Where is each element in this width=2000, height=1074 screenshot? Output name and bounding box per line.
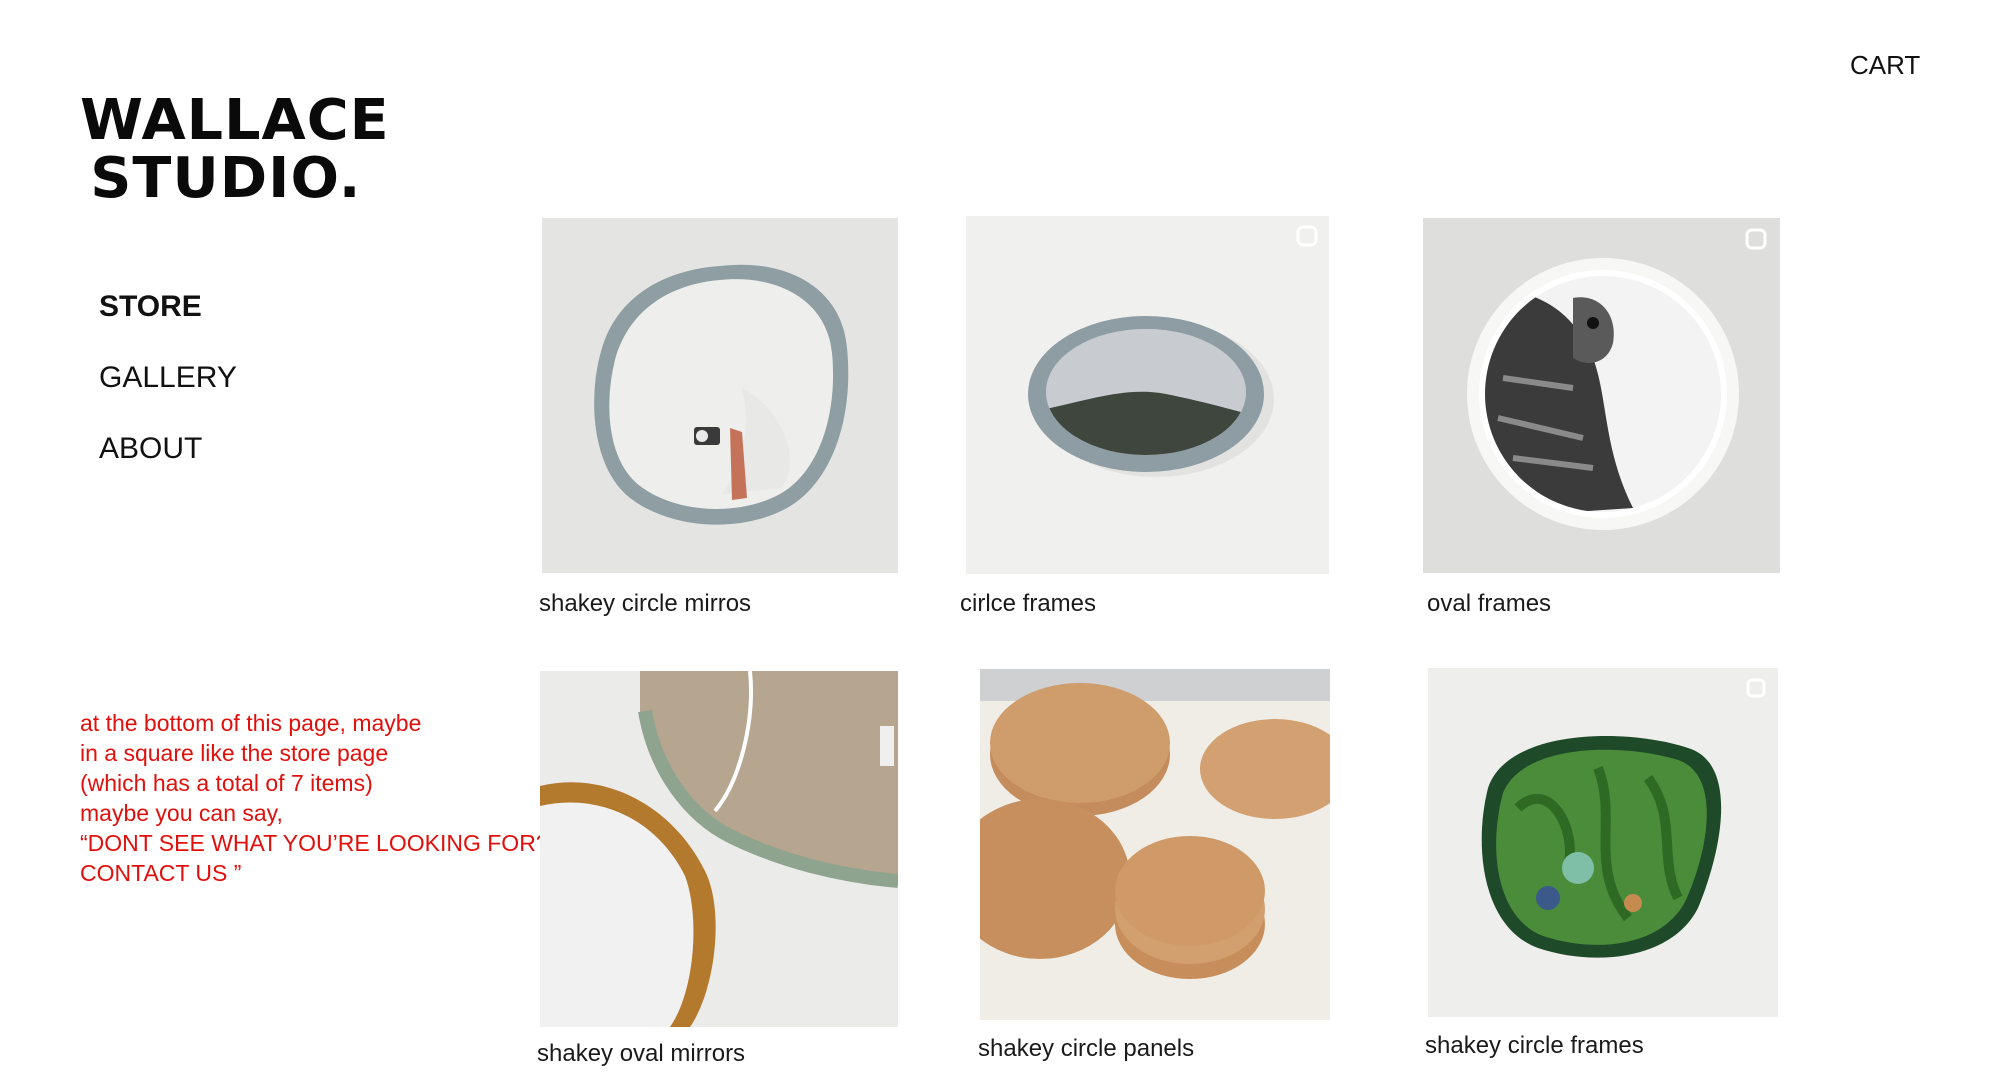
product-image-shakey-circle-frames[interactable] <box>1428 668 1778 1017</box>
product-image-oval-frames[interactable] <box>1423 218 1780 573</box>
note-line: (which has a total of 7 items) <box>80 770 373 796</box>
nav-item-about[interactable]: ABOUT <box>99 432 202 466</box>
product-image-shakey-circle-mirrors[interactable] <box>542 218 898 573</box>
note-line: in a square like the store page <box>80 740 389 766</box>
brand-line-2: STUDIO. <box>90 146 362 211</box>
product-caption[interactable]: oval frames <box>1427 590 1551 618</box>
cart-link[interactable]: CART <box>1850 50 1920 81</box>
note-line: CONTACT US ” <box>80 860 242 886</box>
note-line: at the bottom of this page, maybe <box>80 710 422 736</box>
product-image-shakey-circle-panels[interactable] <box>980 669 1330 1020</box>
product-caption[interactable]: shakey circle panels <box>978 1035 1194 1063</box>
note-line: “DONT SEE WHAT YOU’RE LOOKING FOR? <box>80 830 549 856</box>
note-line: maybe you can say, <box>80 800 283 826</box>
brand-line-1: WALLACE <box>80 88 390 153</box>
product-caption[interactable]: shakey oval mirrors <box>537 1040 745 1068</box>
product-image-circle-frames[interactable] <box>966 216 1329 574</box>
brand-logo[interactable]: WALLACE STUDIO. <box>80 92 390 208</box>
nav-item-store[interactable]: STORE <box>99 290 202 324</box>
product-image-shakey-oval-mirrors[interactable] <box>540 671 898 1027</box>
product-caption[interactable]: shakey circle frames <box>1425 1032 1644 1060</box>
product-caption[interactable]: shakey circle mirros <box>539 590 751 618</box>
annotation-note: at the bottom of this page, maybe in a s… <box>80 708 549 888</box>
nav-item-gallery[interactable]: GALLERY <box>99 361 237 395</box>
product-caption[interactable]: cirlce frames <box>960 590 1096 618</box>
